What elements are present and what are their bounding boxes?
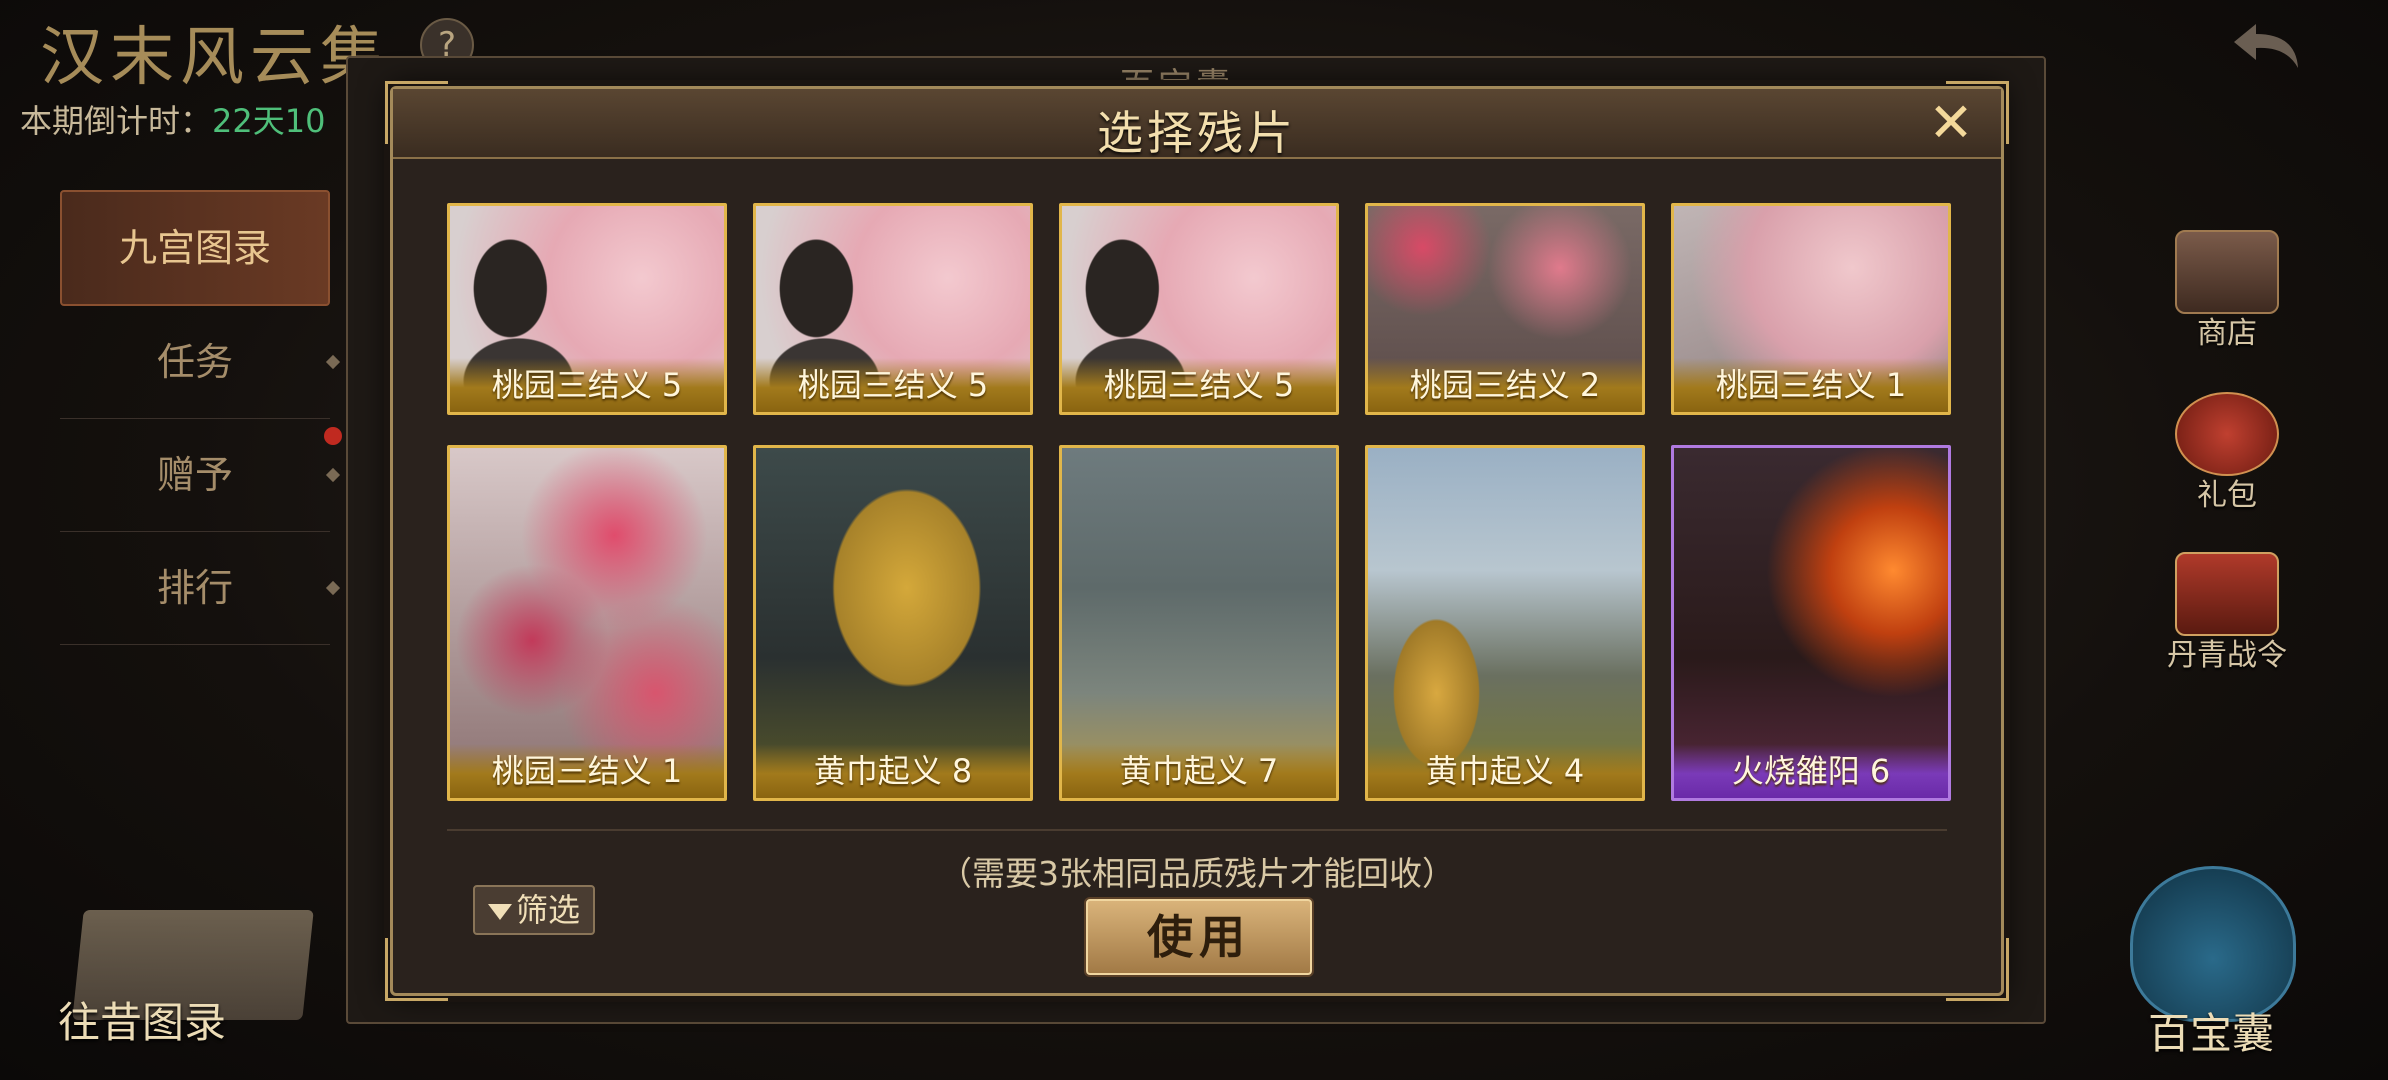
side-item-tasks[interactable]: 任务 — [60, 306, 341, 419]
fragment-card[interactable]: 桃园三结义 1 — [1671, 203, 1951, 415]
fragment-card[interactable]: 桃园三结义 5 — [447, 203, 727, 415]
countdown-value: 22天10 — [212, 102, 326, 140]
notification-dot — [324, 427, 342, 445]
corner-ornament — [385, 81, 448, 144]
treasure-bag-label: 百宝囊 — [2147, 1009, 2274, 1058]
fragment-label: 火烧雒阳 6 — [1731, 752, 1891, 790]
treasure-bag-icon[interactable] — [2130, 866, 2296, 1022]
diamond-icon — [325, 354, 341, 370]
gift-pack-label: 礼包 — [2197, 478, 2257, 513]
fragment-label: 桃园三结义 5 — [1103, 366, 1295, 404]
filter-label: 筛选 — [515, 891, 580, 929]
side-item-label: 排行 — [156, 566, 233, 610]
dialog-header: 选择残片 ✕ — [393, 89, 2001, 160]
filter-button[interactable]: 筛选 — [473, 885, 595, 935]
diamond-icon — [325, 467, 341, 483]
fragment-label: 桃园三结义 1 — [1715, 366, 1907, 404]
fragment-card[interactable]: 黄巾起义 7 — [1059, 445, 1339, 801]
corner-ornament — [1946, 938, 2009, 1001]
side-item-label: 任务 — [156, 340, 233, 384]
chest-icon — [2175, 230, 2279, 314]
fragment-card[interactable]: 桃园三结义 1 — [447, 445, 727, 801]
fragment-label: 桃园三结义 5 — [491, 366, 683, 404]
fragment-card[interactable]: 黄巾起义 8 — [753, 445, 1033, 801]
divider — [447, 829, 1947, 831]
filter-icon — [487, 904, 512, 920]
fragment-card[interactable]: 桃园三结义 5 — [753, 203, 1033, 415]
recycle-hint: （需要3张相同品质残片才能回收） — [939, 854, 1455, 893]
side-item-ranking[interactable]: 排行 — [60, 532, 341, 645]
fragment-card[interactable]: 黄巾起义 4 — [1365, 445, 1645, 801]
corner-ornament — [1946, 81, 2009, 144]
fragment-card[interactable]: 火烧雒阳 6 — [1671, 445, 1951, 801]
past-catalog-label: 往昔图录 — [58, 998, 227, 1047]
countdown-label: 本期倒计时： — [20, 102, 213, 140]
gift-bag-icon — [2175, 392, 2279, 476]
side-menu: 九宫图录 任务 赠予 排行 — [60, 190, 342, 645]
side-item-catalog[interactable]: 九宫图录 — [60, 190, 330, 306]
shop-button[interactable]: 商店 — [2162, 230, 2292, 352]
fragment-label: 黄巾起义 8 — [813, 752, 973, 790]
battle-order-icon — [2175, 552, 2279, 636]
fragment-label: 黄巾起义 4 — [1425, 752, 1585, 790]
battle-order-label: 丹青战令 — [2167, 638, 2287, 673]
countdown: 本期倒计时：22天10 — [20, 96, 325, 142]
shop-label: 商店 — [2197, 316, 2257, 351]
fragment-label: 桃园三结义 5 — [797, 366, 989, 404]
side-item-label: 九宫图录 — [118, 226, 271, 270]
fragment-grid: 桃园三结义 5 桃园三结义 5 桃园三结义 5 桃园三结义 2 桃园三结义 1 … — [447, 203, 1951, 803]
corner-ornament — [385, 938, 448, 1001]
use-button[interactable]: 使用 — [1086, 899, 1312, 975]
back-arrow-icon[interactable] — [2226, 16, 2306, 72]
fragment-label: 桃园三结义 1 — [491, 752, 683, 790]
fragment-card[interactable]: 桃园三结义 5 — [1059, 203, 1339, 415]
side-item-label: 赠予 — [156, 453, 233, 497]
fragment-label: 黄巾起义 7 — [1119, 752, 1279, 790]
select-fragment-dialog: 选择残片 ✕ 桃园三结义 5 桃园三结义 5 桃园三结义 5 桃园三结义 2 桃… — [385, 81, 2009, 1001]
fragment-label: 桃园三结义 2 — [1409, 366, 1601, 404]
battle-order-button[interactable]: 丹青战令 — [2152, 552, 2302, 674]
dialog-title: 选择残片 — [1097, 106, 1297, 160]
diamond-icon — [325, 580, 341, 596]
event-title: 汉末风云集 — [40, 21, 390, 95]
gift-pack-button[interactable]: 礼包 — [2162, 392, 2292, 514]
past-catalog-button[interactable]: 往昔图录 — [58, 910, 314, 1050]
fragment-card[interactable]: 桃园三结义 2 — [1365, 203, 1645, 415]
side-item-gift[interactable]: 赠予 — [60, 419, 342, 532]
